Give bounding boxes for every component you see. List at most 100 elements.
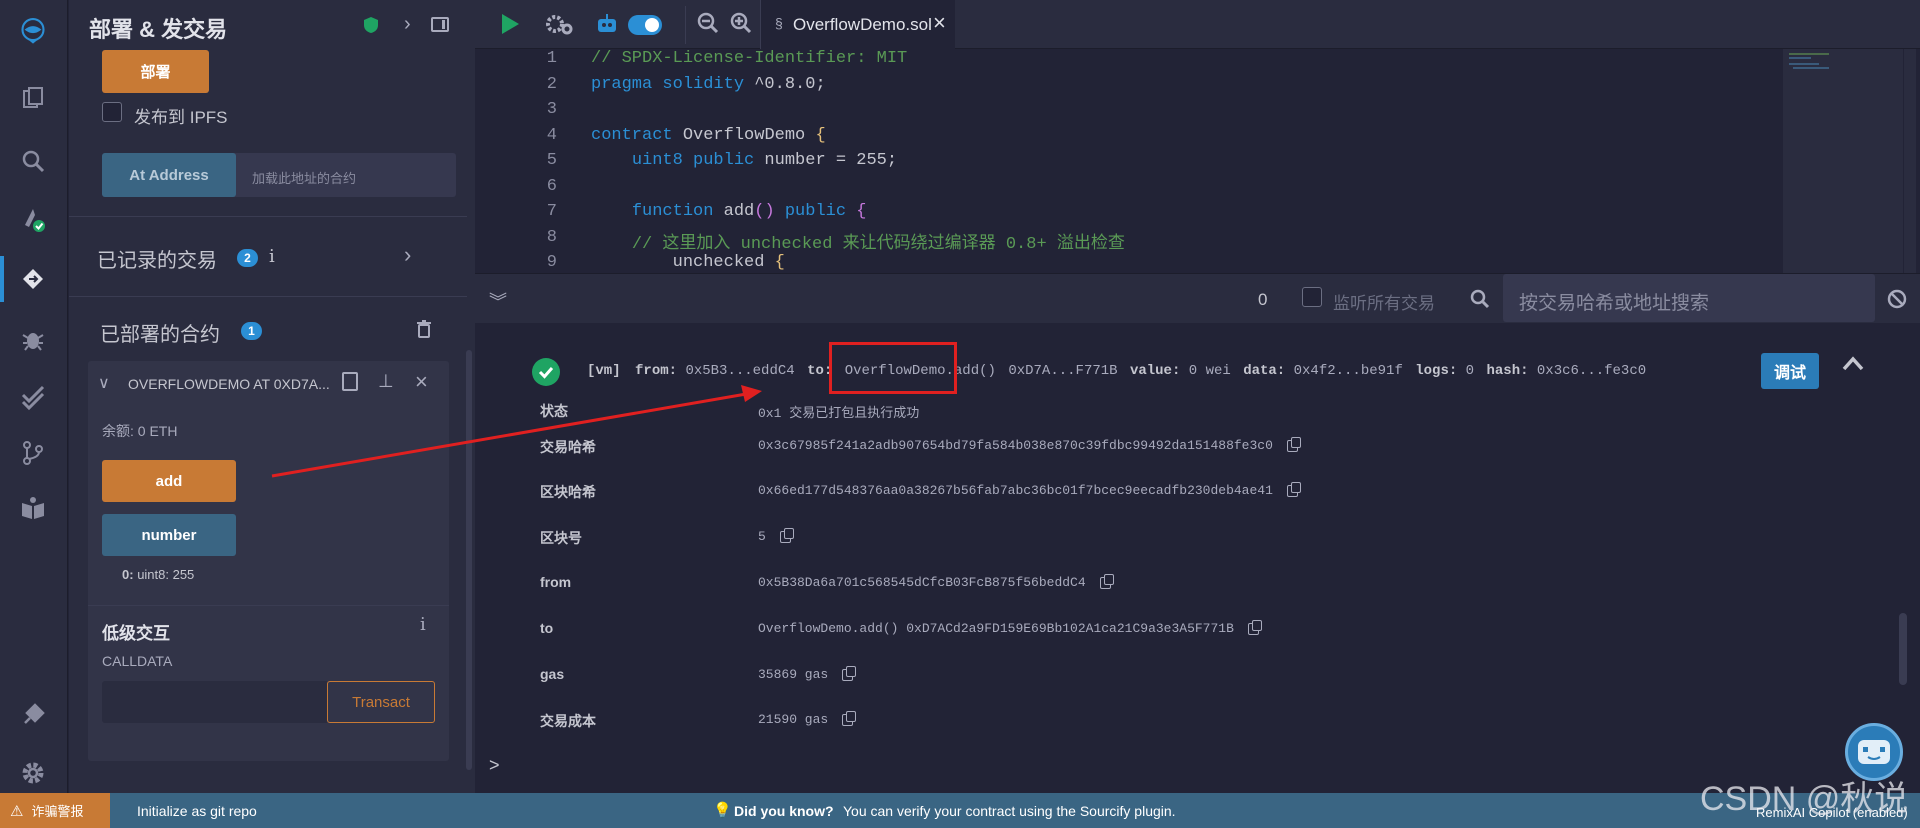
- line-number: 7: [546, 202, 557, 221]
- plugin-manager-icon[interactable]: [14, 696, 52, 734]
- line-number: 4: [546, 126, 557, 145]
- divider: [88, 605, 449, 606]
- tx-row-label: from: [540, 574, 572, 590]
- ai-toggle-switch[interactable]: [628, 15, 662, 35]
- transact-button[interactable]: Transact: [327, 681, 435, 723]
- copy-icon[interactable]: [1247, 619, 1262, 635]
- number-function-button[interactable]: number: [102, 514, 236, 556]
- minimap-line: [1789, 53, 1829, 55]
- chevron-up-icon[interactable]: [1841, 353, 1865, 378]
- hash-value: 0x3c6...fe3c0: [1536, 363, 1647, 379]
- code-line: // 这里加入 unchecked 来让代码绕过编译器 0.8+ 溢出检查: [631, 235, 1125, 254]
- at-address-input[interactable]: 加载此地址的合约: [252, 168, 356, 187]
- at-address-button[interactable]: At Address: [102, 153, 236, 197]
- chevron-right-icon[interactable]: ›: [404, 13, 411, 36]
- balance-label: 余额: 0 ETH: [102, 423, 178, 439]
- divider: [69, 216, 467, 217]
- minimap-line: [1789, 57, 1811, 59]
- compiler-icon[interactable]: [14, 200, 52, 238]
- value-value: 0 wei: [1188, 363, 1231, 379]
- editor-scrollbar[interactable]: [1904, 49, 1916, 273]
- deploy-button[interactable]: 部署: [102, 50, 209, 93]
- solidity-file-icon: §: [775, 15, 783, 31]
- icon-rail: [0, 0, 68, 793]
- pending-tx-count: 0: [1258, 290, 1268, 309]
- close-icon[interactable]: ×: [415, 369, 428, 395]
- chevron-down-icon[interactable]: ∨: [98, 373, 110, 393]
- line-number: 2: [546, 75, 557, 94]
- recorded-tx-badge: 2: [237, 249, 258, 267]
- pin-icon[interactable]: ⊥: [378, 371, 394, 392]
- search-icon[interactable]: [14, 142, 52, 180]
- trash-icon[interactable]: [416, 320, 432, 343]
- settings-gear-icon[interactable]: [14, 754, 52, 792]
- terminal-scrollbar[interactable]: [1899, 613, 1907, 685]
- close-tab-icon[interactable]: ×: [933, 10, 946, 36]
- tx-row-label: gas: [540, 666, 565, 682]
- chevron-right-icon[interactable]: ›: [404, 242, 411, 268]
- learneth-icon[interactable]: [14, 490, 52, 528]
- info-icon[interactable]: i: [269, 246, 275, 267]
- line-number: 3: [546, 100, 557, 119]
- scam-alert[interactable]: ⚠ 诈骗警报: [0, 793, 110, 828]
- logs-value: 0: [1465, 363, 1475, 379]
- contract-instance-card: ∨ OVERFLOWDEMO AT 0XD7A... ⊥ × 余额: 0 ETH…: [88, 361, 449, 761]
- listen-all-label: 监听所有交易: [1333, 294, 1435, 313]
- copy-icon[interactable]: [1099, 573, 1114, 589]
- hash-key: hash:: [1486, 363, 1529, 379]
- zoom-out-icon[interactable]: [697, 12, 719, 39]
- minimap[interactable]: [1783, 49, 1903, 273]
- copy-icon[interactable]: [779, 527, 794, 543]
- panel-scrollbar[interactable]: [466, 350, 472, 770]
- calldata-input[interactable]: [102, 681, 327, 723]
- remix-logo-icon[interactable]: [14, 12, 52, 50]
- debugger-icon[interactable]: [14, 320, 52, 358]
- recorded-tx-label[interactable]: 已记录的交易: [97, 244, 217, 273]
- tx-summary[interactable]: [vm] from: 0x5B3...eddC4 to: OverflowDem…: [587, 363, 1646, 379]
- copy-icon[interactable]: [1286, 481, 1301, 497]
- tx-row-label: 区块号: [540, 530, 582, 546]
- console-prompt[interactable]: >: [489, 755, 500, 776]
- robot-ai-icon[interactable]: [595, 12, 619, 41]
- add-function-button[interactable]: add: [102, 460, 236, 502]
- contract-instance-title[interactable]: OVERFLOWDEMO AT 0XD7A...: [128, 376, 330, 392]
- deploy-run-icon[interactable]: [14, 260, 52, 298]
- file-tab[interactable]: § OverflowDemo.sol ×: [760, 0, 955, 49]
- code-editor[interactable]: 1 2 3 4 5 6 7 8 9 // SPDX-License-Identi…: [475, 49, 1920, 273]
- number-result: 0: uint8: 255: [122, 567, 194, 582]
- terminal: [vm] from: 0x5B3...eddC4 to: OverflowDem…: [475, 323, 1920, 793]
- panel-title: 部署 & 发交易: [89, 17, 228, 42]
- shield-icon[interactable]: [363, 16, 379, 39]
- tx-search-input[interactable]: 按交易哈希或地址搜索: [1503, 274, 1875, 322]
- collapse-terminal-icon[interactable]: ︾: [489, 288, 507, 314]
- tx-row-label: 交易成本: [540, 713, 596, 729]
- info-icon[interactable]: i: [420, 614, 426, 635]
- deployed-label: 已部署的合约: [100, 324, 220, 346]
- did-you-know-label: Did you know?: [734, 803, 834, 819]
- file-tab-label: OverflowDemo.sol: [793, 15, 932, 34]
- tx-row-value: 0x5B38Da6a701c568545dCfcB03FcB875f56bedd…: [758, 573, 1114, 590]
- copy-address-icon[interactable]: [342, 372, 358, 391]
- zoom-in-icon[interactable]: [730, 12, 752, 39]
- warning-icon: ⚠: [10, 802, 24, 820]
- publish-ipfs-checkbox[interactable]: [102, 102, 122, 122]
- git-icon[interactable]: [14, 434, 52, 472]
- git-init-link[interactable]: Initialize as git repo: [137, 803, 257, 819]
- testing-icon[interactable]: [14, 378, 52, 416]
- search-icon: [1470, 289, 1490, 314]
- low-level-title: 低级交互: [102, 624, 170, 643]
- block-number-value: 5: [758, 529, 766, 544]
- clear-console-icon[interactable]: [1887, 289, 1907, 314]
- copy-icon[interactable]: [842, 665, 857, 681]
- listen-all-checkbox[interactable]: [1302, 287, 1322, 307]
- debug-button[interactable]: 调试: [1761, 353, 1819, 389]
- copy-icon[interactable]: [842, 710, 857, 726]
- tx-row-value: OverflowDemo.add() 0xD7ACd2a9FD159E69Bb1…: [758, 619, 1262, 636]
- copy-icon[interactable]: [1286, 436, 1301, 452]
- compile-settings-icon[interactable]: [545, 12, 573, 41]
- panel-toggle-icon[interactable]: [431, 17, 449, 32]
- divider: [69, 296, 467, 297]
- run-play-icon[interactable]: [500, 13, 520, 40]
- publish-ipfs-label: 发布到 IPFS: [134, 108, 228, 127]
- file-explorer-icon[interactable]: [14, 80, 52, 118]
